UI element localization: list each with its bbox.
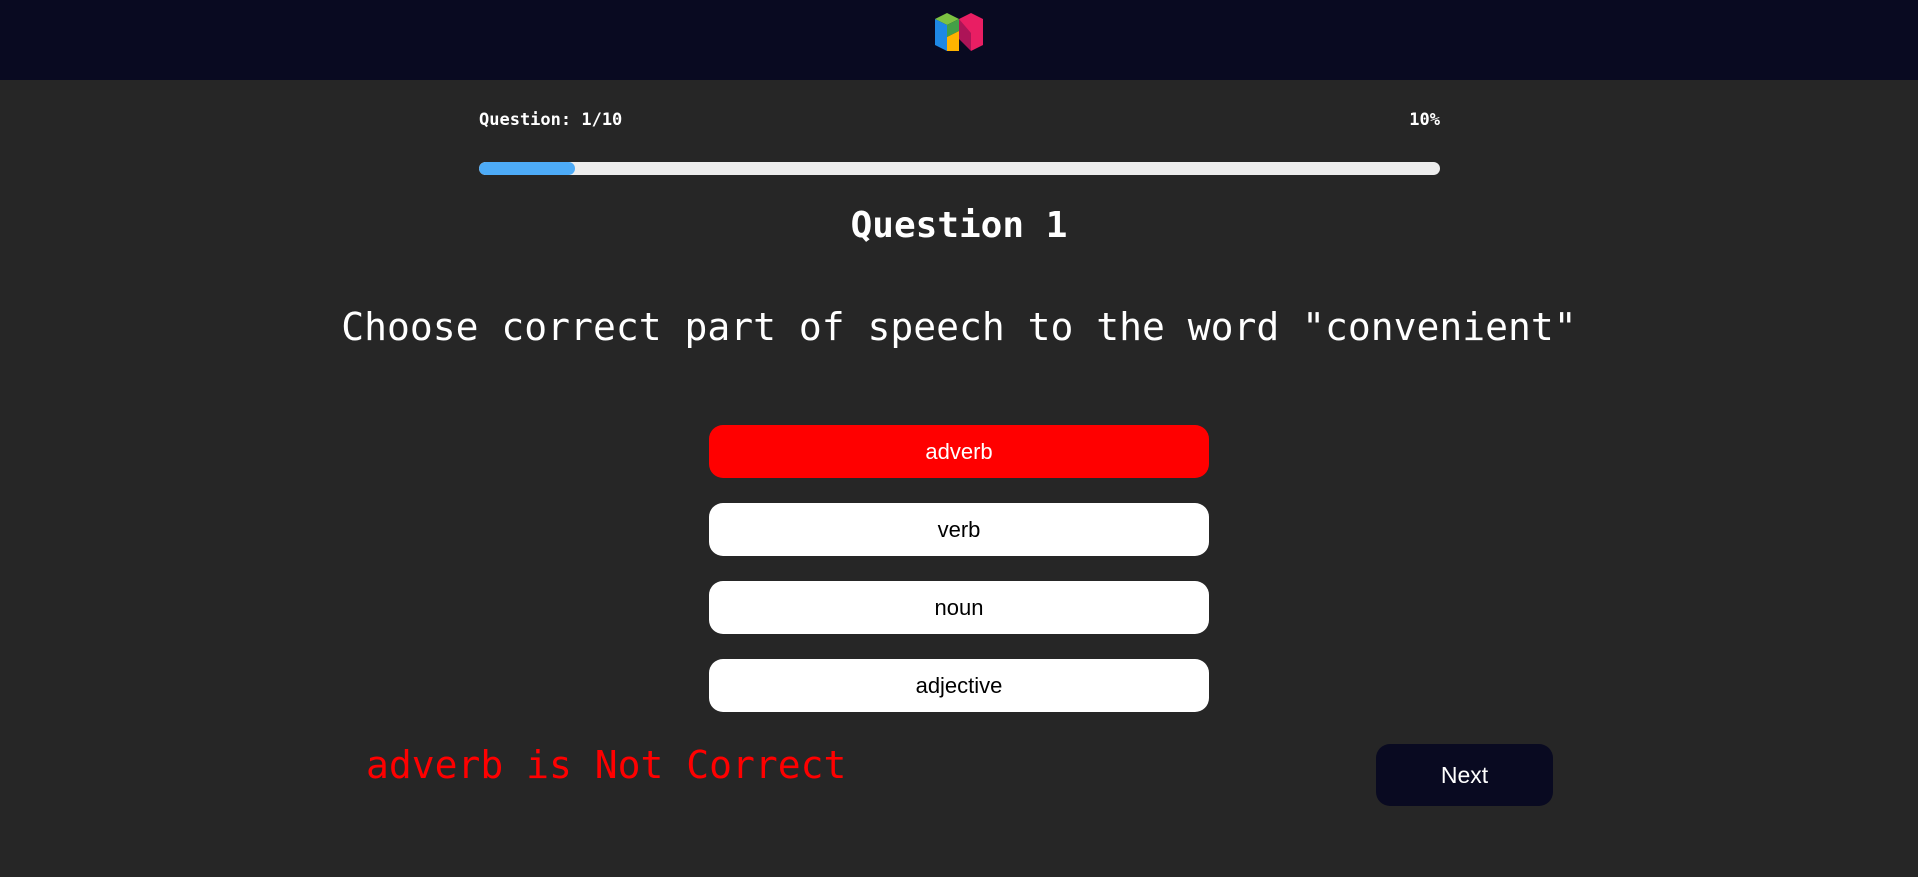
- answer-option-adverb[interactable]: adverb: [709, 425, 1209, 478]
- question-counter: Question: 1/10: [479, 110, 623, 130]
- feedback-message: adverb is Not Correct: [366, 743, 847, 787]
- next-button[interactable]: Next: [1376, 744, 1553, 806]
- progress-bar: [479, 162, 1440, 175]
- brand-logo-icon[interactable]: [933, 11, 985, 57]
- progress-bar-fill: [479, 162, 576, 175]
- question-title: Question 1: [850, 205, 1068, 246]
- answer-option-verb[interactable]: verb: [709, 503, 1209, 556]
- top-navbar: [0, 0, 1918, 80]
- answer-option-noun[interactable]: noun: [709, 581, 1209, 634]
- answer-option-adjective[interactable]: adjective: [709, 659, 1209, 712]
- progress-percent: 10%: [1409, 110, 1440, 130]
- question-text: Choose correct part of speech to the wor…: [341, 305, 1577, 349]
